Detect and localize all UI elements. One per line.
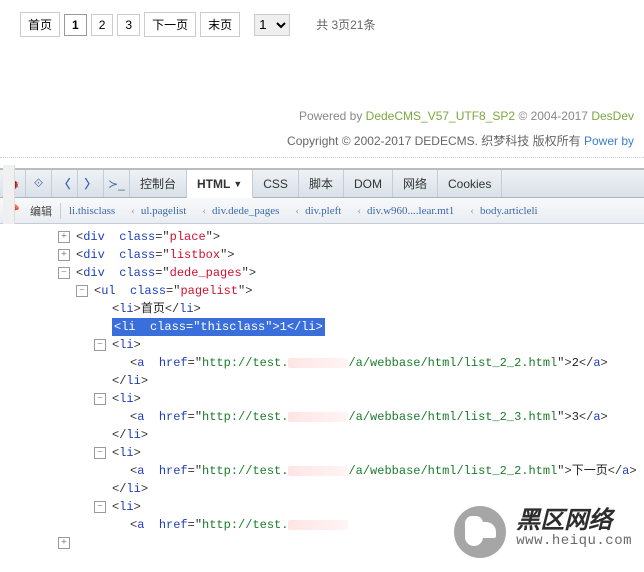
tree-row[interactable]: −<li>: [22, 336, 644, 354]
redacted-host: [288, 466, 348, 476]
tab-script[interactable]: 脚本: [299, 170, 344, 197]
page-last[interactable]: 末页: [200, 12, 240, 37]
page-3[interactable]: 3: [117, 14, 140, 36]
nav-fwd-icon[interactable]: 〉: [78, 170, 104, 197]
console-icon[interactable]: ≻_: [104, 170, 130, 197]
tab-net[interactable]: 网络: [393, 170, 438, 197]
page-select[interactable]: 1: [254, 14, 290, 36]
bc-ul-pagelist[interactable]: ul.pagelist: [123, 201, 194, 221]
tab-css[interactable]: CSS: [253, 170, 299, 197]
breadcrumb-bar: 📌 编辑 li.thisclass ul.pagelist div.dede_p…: [0, 198, 644, 224]
tab-dom[interactable]: DOM: [344, 170, 393, 197]
bc-div-dedepages[interactable]: div.dede_pages: [194, 201, 287, 221]
powerby-link[interactable]: Power by: [584, 134, 634, 148]
tree-row-selected[interactable]: <li class="thisclass">1</li>: [22, 318, 644, 336]
collapse-icon[interactable]: −: [94, 447, 106, 459]
tree-row[interactable]: </li>: [22, 372, 644, 390]
collapse-icon[interactable]: −: [94, 393, 106, 405]
edit-button[interactable]: 编辑: [22, 203, 61, 219]
cms-link[interactable]: DedeCMS_V57_UTF8_SP2: [366, 109, 515, 123]
expand-icon[interactable]: +: [58, 249, 70, 261]
tree-row[interactable]: +<div class="listbox">: [22, 246, 644, 264]
page-next[interactable]: 下一页: [144, 12, 196, 37]
collapse-icon[interactable]: −: [76, 285, 88, 297]
bc-body[interactable]: body.articleli: [462, 201, 545, 221]
tab-html[interactable]: HTML▼: [187, 170, 253, 198]
devtools-panel: 🐞 ⟐ 〈 〉 ≻_ 控制台 HTML▼ CSS 脚本 DOM 网络 Cooki…: [0, 168, 644, 572]
powered-by-line: Powered by DedeCMS_V57_UTF8_SP2 © 2004-2…: [0, 105, 644, 127]
tree-row[interactable]: <a href="http://test.: [22, 516, 644, 534]
tree-row[interactable]: −<ul class="pagelist">: [22, 282, 644, 300]
bc-li-thisclass[interactable]: li.thisclass: [61, 201, 123, 221]
devtools-tabstrip: 🐞 ⟐ 〈 〉 ≻_ 控制台 HTML▼ CSS 脚本 DOM 网络 Cooki…: [0, 170, 644, 198]
tree-row[interactable]: −<li>: [22, 444, 644, 462]
dropdown-icon: ▼: [233, 179, 242, 189]
pagination-bar: 首页 1 2 3 下一页 末页 1 共 3页21条: [0, 0, 644, 49]
page-info: 共 3页21条: [316, 16, 375, 33]
bc-div-w960[interactable]: div.w960....lear.mt1: [349, 201, 462, 221]
tab-cookies[interactable]: Cookies: [438, 170, 502, 197]
tree-row[interactable]: +: [22, 534, 644, 552]
tree-row[interactable]: <a href="http://test./a/webbase/html/lis…: [22, 354, 644, 372]
expand-icon[interactable]: +: [58, 537, 70, 549]
tree-row[interactable]: <a href="http://test./a/webbase/html/lis…: [22, 462, 644, 480]
tree-row[interactable]: −<li>: [22, 390, 644, 408]
tree-row[interactable]: <a href="http://test./a/webbase/html/lis…: [22, 408, 644, 426]
nav-back-icon[interactable]: 〈: [52, 170, 78, 197]
bc-div-pleft[interactable]: div.pleft: [287, 201, 349, 221]
html-tree: +<div class="place"> +<div class="listbo…: [0, 224, 644, 572]
desdev-link[interactable]: DesDev: [591, 109, 634, 123]
tab-console[interactable]: 控制台: [130, 170, 187, 197]
page-2[interactable]: 2: [91, 14, 114, 36]
tree-row[interactable]: </li>: [22, 480, 644, 498]
redacted-host: [288, 520, 348, 530]
tree-row[interactable]: −<li>: [22, 498, 644, 516]
inspect-icon[interactable]: ⟐: [26, 170, 52, 197]
collapse-icon[interactable]: −: [94, 339, 106, 351]
redacted-host: [288, 358, 348, 368]
page-first[interactable]: 首页: [20, 12, 60, 37]
tree-row[interactable]: </li>: [22, 426, 644, 444]
tree-row[interactable]: <li>首页</li>: [22, 300, 644, 318]
collapse-icon[interactable]: −: [58, 267, 70, 279]
redacted-host: [288, 412, 348, 422]
copyright-line: Copyright © 2002-2017 DEDECMS. 织梦科技 版权所有…: [0, 127, 644, 153]
expand-icon[interactable]: +: [58, 231, 70, 243]
tree-row[interactable]: +<div class="place">: [22, 228, 644, 246]
tree-row[interactable]: −<div class="dede_pages">: [22, 264, 644, 282]
page-1[interactable]: 1: [64, 14, 87, 36]
